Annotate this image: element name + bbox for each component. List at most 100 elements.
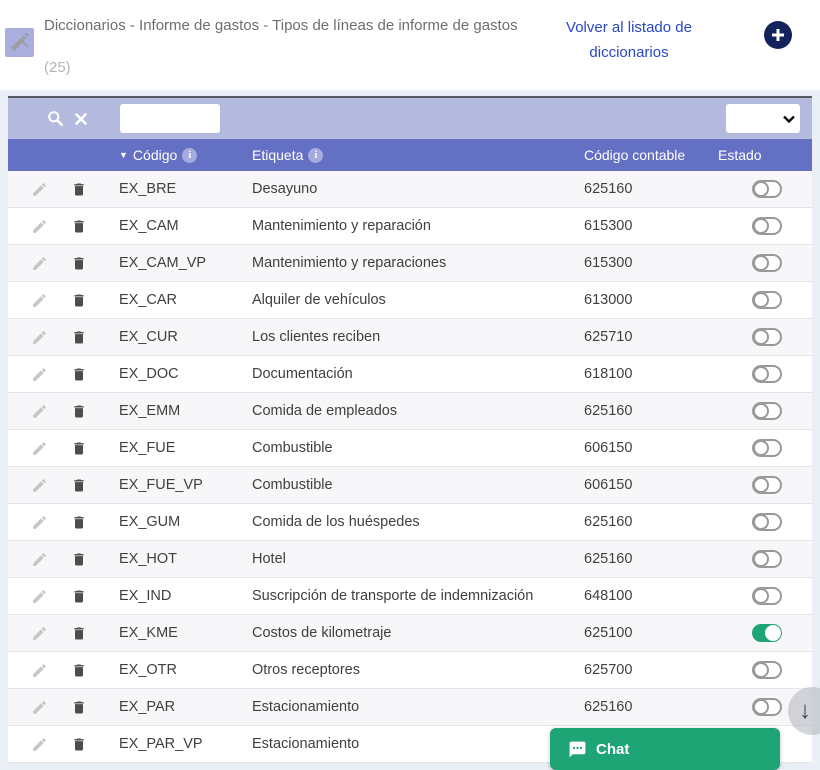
status-toggle[interactable] [752, 402, 782, 420]
row-label: Hotel [252, 541, 286, 577]
status-toggle[interactable] [752, 661, 782, 679]
delete-row-button[interactable] [66, 430, 92, 466]
edit-row-button[interactable] [26, 467, 52, 503]
column-header-accounting[interactable]: Código contable [584, 139, 685, 171]
delete-row-button[interactable] [66, 541, 92, 577]
pencil-icon [31, 551, 48, 568]
table-row: EX_KME Costos de kilometraje 625100 [8, 615, 812, 652]
pencil-icon [31, 403, 48, 420]
clear-search-button[interactable] [68, 98, 94, 139]
row-label: Documentación [252, 356, 353, 392]
edit-row-button[interactable] [26, 430, 52, 466]
delete-row-button[interactable] [66, 319, 92, 355]
status-toggle[interactable] [752, 217, 782, 235]
table-row: EX_CAM Mantenimiento y reparación 615300 [8, 208, 812, 245]
row-code: EX_PAR_VP [119, 726, 203, 762]
edit-row-button[interactable] [26, 615, 52, 651]
row-code: EX_IND [119, 578, 171, 614]
column-header-status[interactable]: Estado [718, 139, 762, 171]
row-label: Comida de los huéspedes [252, 504, 420, 540]
trash-icon [71, 292, 87, 309]
info-icon[interactable]: i [182, 148, 197, 163]
edit-row-button[interactable] [26, 689, 52, 725]
delete-row-button[interactable] [66, 245, 92, 281]
delete-row-button[interactable] [66, 356, 92, 392]
pencil-icon [31, 292, 48, 309]
edit-row-button[interactable] [26, 504, 52, 540]
edit-row-button[interactable] [26, 208, 52, 244]
table-row: EX_HOT Hotel 625160 [8, 541, 812, 578]
status-toggle[interactable] [752, 254, 782, 272]
pencil-icon [31, 255, 48, 272]
row-accounting-code: 615300 [584, 208, 632, 244]
row-label: Los clientes reciben [252, 319, 380, 355]
toggle-knob [753, 292, 769, 308]
delete-row-button[interactable] [66, 652, 92, 688]
pencil-icon [31, 736, 48, 753]
edit-row-button[interactable] [26, 393, 52, 429]
delete-row-button[interactable] [66, 282, 92, 318]
trash-icon [71, 699, 87, 716]
edit-row-button[interactable] [26, 541, 52, 577]
table-row: EX_EMM Comida de empleados 625160 [8, 393, 812, 430]
row-accounting-code: 625100 [584, 615, 632, 651]
status-toggle[interactable] [752, 550, 782, 568]
dictionary-table: ▼ Código i Etiqueta i Código contable Es… [8, 96, 812, 763]
info-icon[interactable]: i [308, 148, 323, 163]
status-toggle[interactable] [752, 513, 782, 531]
page-title: Diccionarios - Informe de gastos - Tipos… [44, 5, 522, 89]
status-toggle[interactable] [752, 624, 782, 642]
trash-icon [71, 440, 87, 457]
add-entry-button[interactable] [764, 21, 792, 49]
trash-icon [71, 366, 87, 383]
edit-row-button[interactable] [26, 578, 52, 614]
toggle-knob [753, 477, 769, 493]
status-toggle[interactable] [752, 180, 782, 198]
status-toggle[interactable] [752, 365, 782, 383]
column-header-code[interactable]: ▼ Código i [119, 139, 197, 171]
status-toggle[interactable] [752, 476, 782, 494]
delete-row-button[interactable] [66, 393, 92, 429]
delete-row-button[interactable] [66, 467, 92, 503]
table-row: EX_CAR Alquiler de vehículos 613000 [8, 282, 812, 319]
search-input[interactable] [120, 104, 220, 133]
status-toggle[interactable] [752, 587, 782, 605]
row-label: Estacionamiento [252, 689, 359, 725]
edit-row-button[interactable] [26, 652, 52, 688]
toggle-knob [753, 588, 769, 604]
status-toggle[interactable] [752, 439, 782, 457]
trash-icon [71, 588, 87, 605]
delete-row-button[interactable] [66, 171, 92, 207]
search-button[interactable] [42, 98, 68, 139]
status-toggle[interactable] [752, 698, 782, 716]
toggle-knob [753, 403, 769, 419]
status-filter-select[interactable] [726, 104, 800, 133]
row-label: Comida de empleados [252, 393, 397, 429]
column-header-label[interactable]: Etiqueta i [252, 139, 323, 171]
pencil-icon [31, 477, 48, 494]
delete-row-button[interactable] [66, 208, 92, 244]
edit-row-button[interactable] [26, 245, 52, 281]
edit-row-button[interactable] [26, 171, 52, 207]
row-code: EX_PAR [119, 689, 175, 725]
delete-row-button[interactable] [66, 578, 92, 614]
edit-row-button[interactable] [26, 319, 52, 355]
status-toggle[interactable] [752, 328, 782, 346]
edit-row-button[interactable] [26, 282, 52, 318]
edit-row-button[interactable] [26, 356, 52, 392]
row-code: EX_OTR [119, 652, 177, 688]
status-toggle[interactable] [752, 291, 782, 309]
delete-row-button[interactable] [66, 615, 92, 651]
toggle-knob [753, 699, 769, 715]
back-to-dictionaries-link[interactable]: Volver al listado de diccionarios [540, 15, 718, 65]
delete-row-button[interactable] [66, 726, 92, 762]
row-accounting-code: 625160 [584, 393, 632, 429]
delete-row-button[interactable] [66, 504, 92, 540]
pencil-icon [31, 366, 48, 383]
edit-row-button[interactable] [26, 726, 52, 762]
page-header: Diccionarios - Informe de gastos - Tipos… [0, 0, 820, 90]
pencil-icon [31, 699, 48, 716]
trash-icon [71, 181, 87, 198]
delete-row-button[interactable] [66, 689, 92, 725]
plus-icon [771, 28, 785, 42]
